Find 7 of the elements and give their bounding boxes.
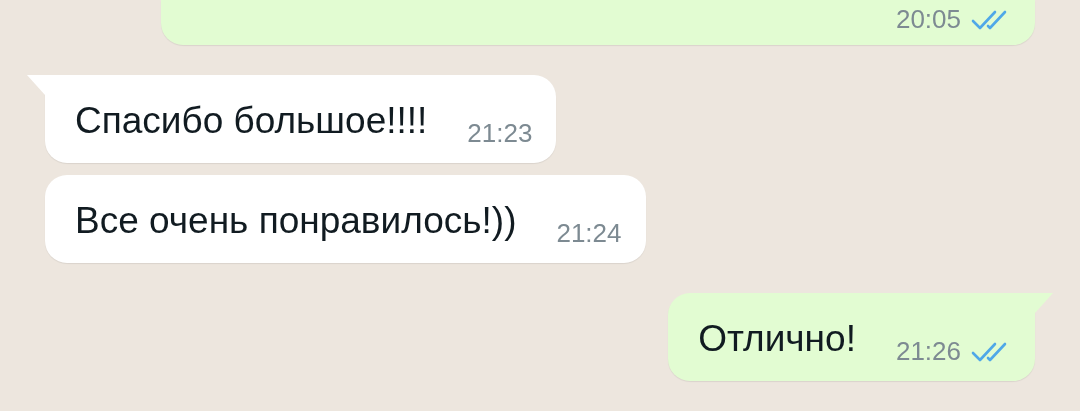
message-text: Отлично! [698, 317, 856, 361]
message-text: Все очень понравилось!)) [75, 199, 517, 243]
message-time: 21:23 [467, 118, 533, 149]
message-time: 20:05 [895, 4, 961, 35]
message-time: 21:24 [556, 218, 622, 249]
message-time: 21:26 [895, 336, 961, 367]
message-text: Спасибо большое!!!! [75, 99, 428, 143]
